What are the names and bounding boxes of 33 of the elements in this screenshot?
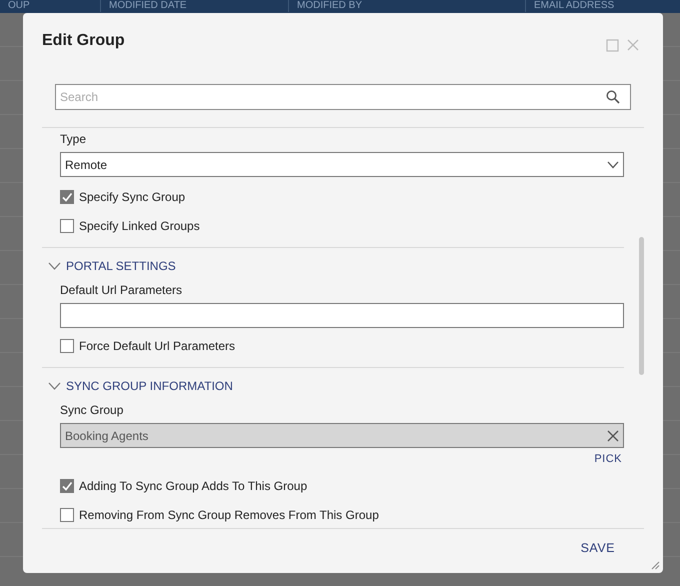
column-header: OUP: [7, 0, 30, 12]
picker-field[interactable]: Booking Agents: [60, 423, 624, 448]
checkbox-label: Specify Sync Group: [79, 189, 186, 206]
dialog-title: Edit Group: [42, 31, 125, 51]
checkbox[interactable]: [60, 219, 74, 233]
checkbox-label: Adding To Sync Group Adds To This Group: [79, 478, 308, 494]
chevron-icon[interactable]: [48, 382, 61, 390]
save-button[interactable]: SAVE: [578, 537, 617, 560]
checkbox-label: Removing From Sync Group Removes From This Group: [79, 506, 379, 524]
input-field[interactable]: [60, 303, 624, 328]
dropdown-field[interactable]: Remote: [60, 152, 624, 177]
section-title[interactable]: SYNC GROUP INFORMATION: [66, 377, 233, 395]
scrollbar-thumb[interactable]: [639, 237, 644, 375]
column-header: MODIFIED DATE: [100, 0, 187, 12]
chevron-icon[interactable]: [48, 262, 61, 270]
checkbox[interactable]: [60, 508, 74, 522]
search-field[interactable]: Search: [55, 84, 631, 110]
checkbox[interactable]: [60, 190, 74, 204]
clear-icon[interactable]: [607, 430, 619, 442]
checkbox-label: Force Default Url Parameters: [79, 338, 236, 355]
checkbox-label: Specify Linked Groups: [79, 218, 200, 235]
section-title[interactable]: PORTAL SETTINGS: [66, 257, 176, 275]
column-header: EMAIL ADDRESS: [525, 0, 614, 12]
checkbox[interactable]: [60, 478, 74, 492]
resize-grip-icon[interactable]: [651, 561, 660, 570]
field-label: Default Url Parameters: [60, 282, 184, 299]
search-icon[interactable]: [606, 90, 620, 104]
chevron-icon[interactable]: [607, 160, 619, 168]
field-label: Type: [60, 131, 88, 148]
column-header: MODIFIED BY: [288, 0, 362, 12]
field-label: Sync Group: [60, 402, 124, 419]
pick-link[interactable]: PICK: [594, 453, 622, 465]
checkbox[interactable]: [60, 339, 74, 353]
